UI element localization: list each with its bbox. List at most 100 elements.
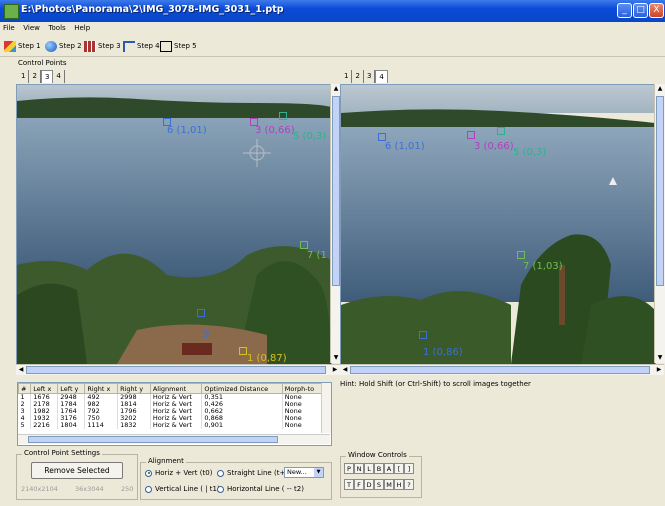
- right-vertical-scrollbar[interactable]: ▲ ▼: [654, 84, 665, 363]
- scroll-right-arrow[interactable]: ▶: [330, 365, 340, 375]
- wc-button-p[interactable]: P: [344, 463, 354, 474]
- wc-button-bracket-close[interactable]: ]: [404, 463, 414, 474]
- scroll-thumb[interactable]: [332, 96, 340, 286]
- cell: 1832: [117, 422, 151, 429]
- col-left-x[interactable]: Left x: [30, 383, 59, 394]
- step-3-button[interactable]: Step 3: [84, 39, 121, 53]
- left-cp-1-marker[interactable]: [239, 347, 247, 355]
- left-cp-7-marker[interactable]: [300, 241, 308, 249]
- wc-button-help[interactable]: ?: [404, 479, 414, 490]
- right-cp-1-label: 1 (0,86): [423, 347, 463, 358]
- col-optimized-distance[interactable]: Optimized Distance: [201, 383, 283, 394]
- left-image-tabs: 1 2 3 4: [18, 70, 65, 83]
- wc-button-a[interactable]: A: [384, 463, 394, 474]
- scroll-thumb[interactable]: [656, 96, 664, 286]
- step-2-button[interactable]: Step 2: [45, 39, 82, 53]
- radio-vertical-line[interactable]: Vertical Line ( | t1): [145, 485, 220, 493]
- wc-button-s[interactable]: S: [374, 479, 384, 490]
- table-vertical-scrollbar[interactable]: [321, 383, 331, 433]
- right-horizontal-scrollbar[interactable]: ◀ ▶: [340, 364, 664, 375]
- menu-help[interactable]: Help: [71, 22, 93, 35]
- table-horizontal-scrollbar[interactable]: [18, 434, 330, 444]
- radio-horiz-vert[interactable]: Horiz + Vert (t0): [145, 469, 212, 477]
- right-cp-3-label: 3 (0,66): [474, 141, 514, 152]
- left-coordinate-readout: 2140x2104: [21, 485, 58, 493]
- step-4-label: Step 4: [137, 42, 160, 50]
- close-button[interactable]: X: [649, 3, 664, 18]
- wc-button-l[interactable]: L: [364, 463, 374, 474]
- col-index[interactable]: #: [18, 383, 32, 394]
- wc-button-f[interactable]: F: [354, 479, 364, 490]
- scroll-down-arrow[interactable]: ▼: [655, 353, 665, 363]
- col-morph-to[interactable]: Morph-to: [281, 383, 324, 394]
- step-5-button[interactable]: Step 5: [160, 39, 197, 53]
- right-cp-5-marker[interactable]: [497, 127, 505, 135]
- wc-button-t[interactable]: T: [344, 479, 354, 490]
- cp-settings-title: Control Point Settings: [22, 449, 102, 457]
- alignment-group: Alignment Horiz + Vert (t0) Straight Lin…: [140, 457, 332, 500]
- wc-button-bracket-open[interactable]: [: [394, 463, 404, 474]
- maximize-button[interactable]: □: [633, 3, 648, 18]
- menu-file[interactable]: File: [0, 22, 18, 35]
- col-alignment[interactable]: Alignment: [149, 383, 203, 394]
- right-tab-3[interactable]: 3: [364, 70, 376, 83]
- right-image-pane[interactable]: 6 (1,01) 3 (0,66) 5 (0,3) 7 (1,03) 1 (0,…: [340, 84, 656, 365]
- left-tab-4[interactable]: 4: [53, 70, 65, 83]
- radio-straight-line[interactable]: Straight Line (t+):: [217, 469, 290, 477]
- step-4-button[interactable]: Step 4: [123, 39, 160, 53]
- left-cp-9-marker[interactable]: [197, 309, 205, 317]
- wc-button-d[interactable]: D: [364, 479, 374, 490]
- col-right-y[interactable]: Right y: [117, 383, 151, 394]
- step-3-label: Step 3: [98, 42, 121, 50]
- scroll-left-arrow[interactable]: ◀: [340, 365, 350, 375]
- control-points-table[interactable]: # Left x Left y Right x Right y Alignmen…: [17, 382, 332, 446]
- scroll-left-arrow[interactable]: ◀: [16, 365, 26, 375]
- wc-button-b[interactable]: B: [374, 463, 384, 474]
- radio-indicator: [145, 485, 152, 493]
- left-cp-5-marker[interactable]: [279, 112, 287, 120]
- remove-selected-button[interactable]: Remove Selected: [31, 462, 123, 479]
- right-cp-6-label: 6 (1,01): [385, 141, 425, 152]
- left-image-pane[interactable]: 6 (1,01) 3 (0,66) 5 (0,3) 7 (1 9 1 (0,87…: [16, 84, 332, 365]
- right-cp-7-marker[interactable]: [517, 251, 525, 259]
- left-tab-2[interactable]: 2: [29, 70, 41, 83]
- step-1-label: Step 1: [18, 42, 41, 50]
- table-row[interactable]: 5 2216 1804 1114 1832 Horiz & Vert 0,901 None: [18, 422, 324, 429]
- minimize-button[interactable]: _: [617, 3, 632, 18]
- left-cp-7-label: 7 (1: [307, 250, 327, 261]
- left-tab-3[interactable]: 3: [40, 70, 54, 83]
- chevron-down-icon[interactable]: ▼: [314, 468, 323, 477]
- menu-view[interactable]: View: [20, 22, 43, 35]
- scroll-up-arrow[interactable]: ▲: [655, 84, 665, 94]
- straight-line-select[interactable]: New... ▼: [284, 467, 324, 478]
- window-title: E:\Photos\Panorama\2\IMG_3078-IMG_3031_1…: [21, 4, 284, 15]
- left-cp-9-label: 9: [203, 329, 210, 340]
- right-cp-1-marker[interactable]: [419, 331, 427, 339]
- scroll-thumb[interactable]: [28, 436, 278, 443]
- right-tab-4[interactable]: 4: [375, 70, 388, 83]
- left-horizontal-scrollbar[interactable]: ◀ ▶: [16, 364, 340, 375]
- scroll-right-arrow[interactable]: ▶: [654, 365, 664, 375]
- right-cp-7-label: 7 (1,03): [523, 261, 563, 272]
- step-1-button[interactable]: Step 1: [4, 39, 41, 53]
- col-right-x[interactable]: Right x: [84, 383, 119, 394]
- wc-button-m[interactable]: M: [384, 479, 394, 490]
- extra-readout: 250: [121, 485, 134, 493]
- right-tab-2[interactable]: 2: [352, 70, 364, 83]
- cell: 2216: [30, 422, 59, 429]
- left-tab-1[interactable]: 1: [18, 70, 30, 83]
- wc-button-n[interactable]: N: [354, 463, 364, 474]
- wc-button-h[interactable]: H: [394, 479, 404, 490]
- table-header-row: # Left x Left y Right x Right y Alignmen…: [18, 383, 324, 394]
- scroll-thumb[interactable]: [26, 366, 326, 374]
- col-left-y[interactable]: Left y: [57, 383, 86, 394]
- right-tab-1[interactable]: 1: [341, 70, 353, 83]
- right-cp-3-marker[interactable]: [467, 131, 475, 139]
- app-icon: [4, 4, 19, 19]
- right-cp-6-marker[interactable]: [378, 133, 386, 141]
- menu-tools[interactable]: Tools: [45, 22, 68, 35]
- left-cp-6-label: 6 (1,01): [167, 125, 207, 136]
- scroll-thumb[interactable]: [350, 366, 650, 374]
- window-controls-group: Window Controls P N L B A [ ] T F D S M …: [340, 451, 422, 498]
- radio-horizontal-line[interactable]: Horizontal Line ( -- t2): [217, 485, 304, 493]
